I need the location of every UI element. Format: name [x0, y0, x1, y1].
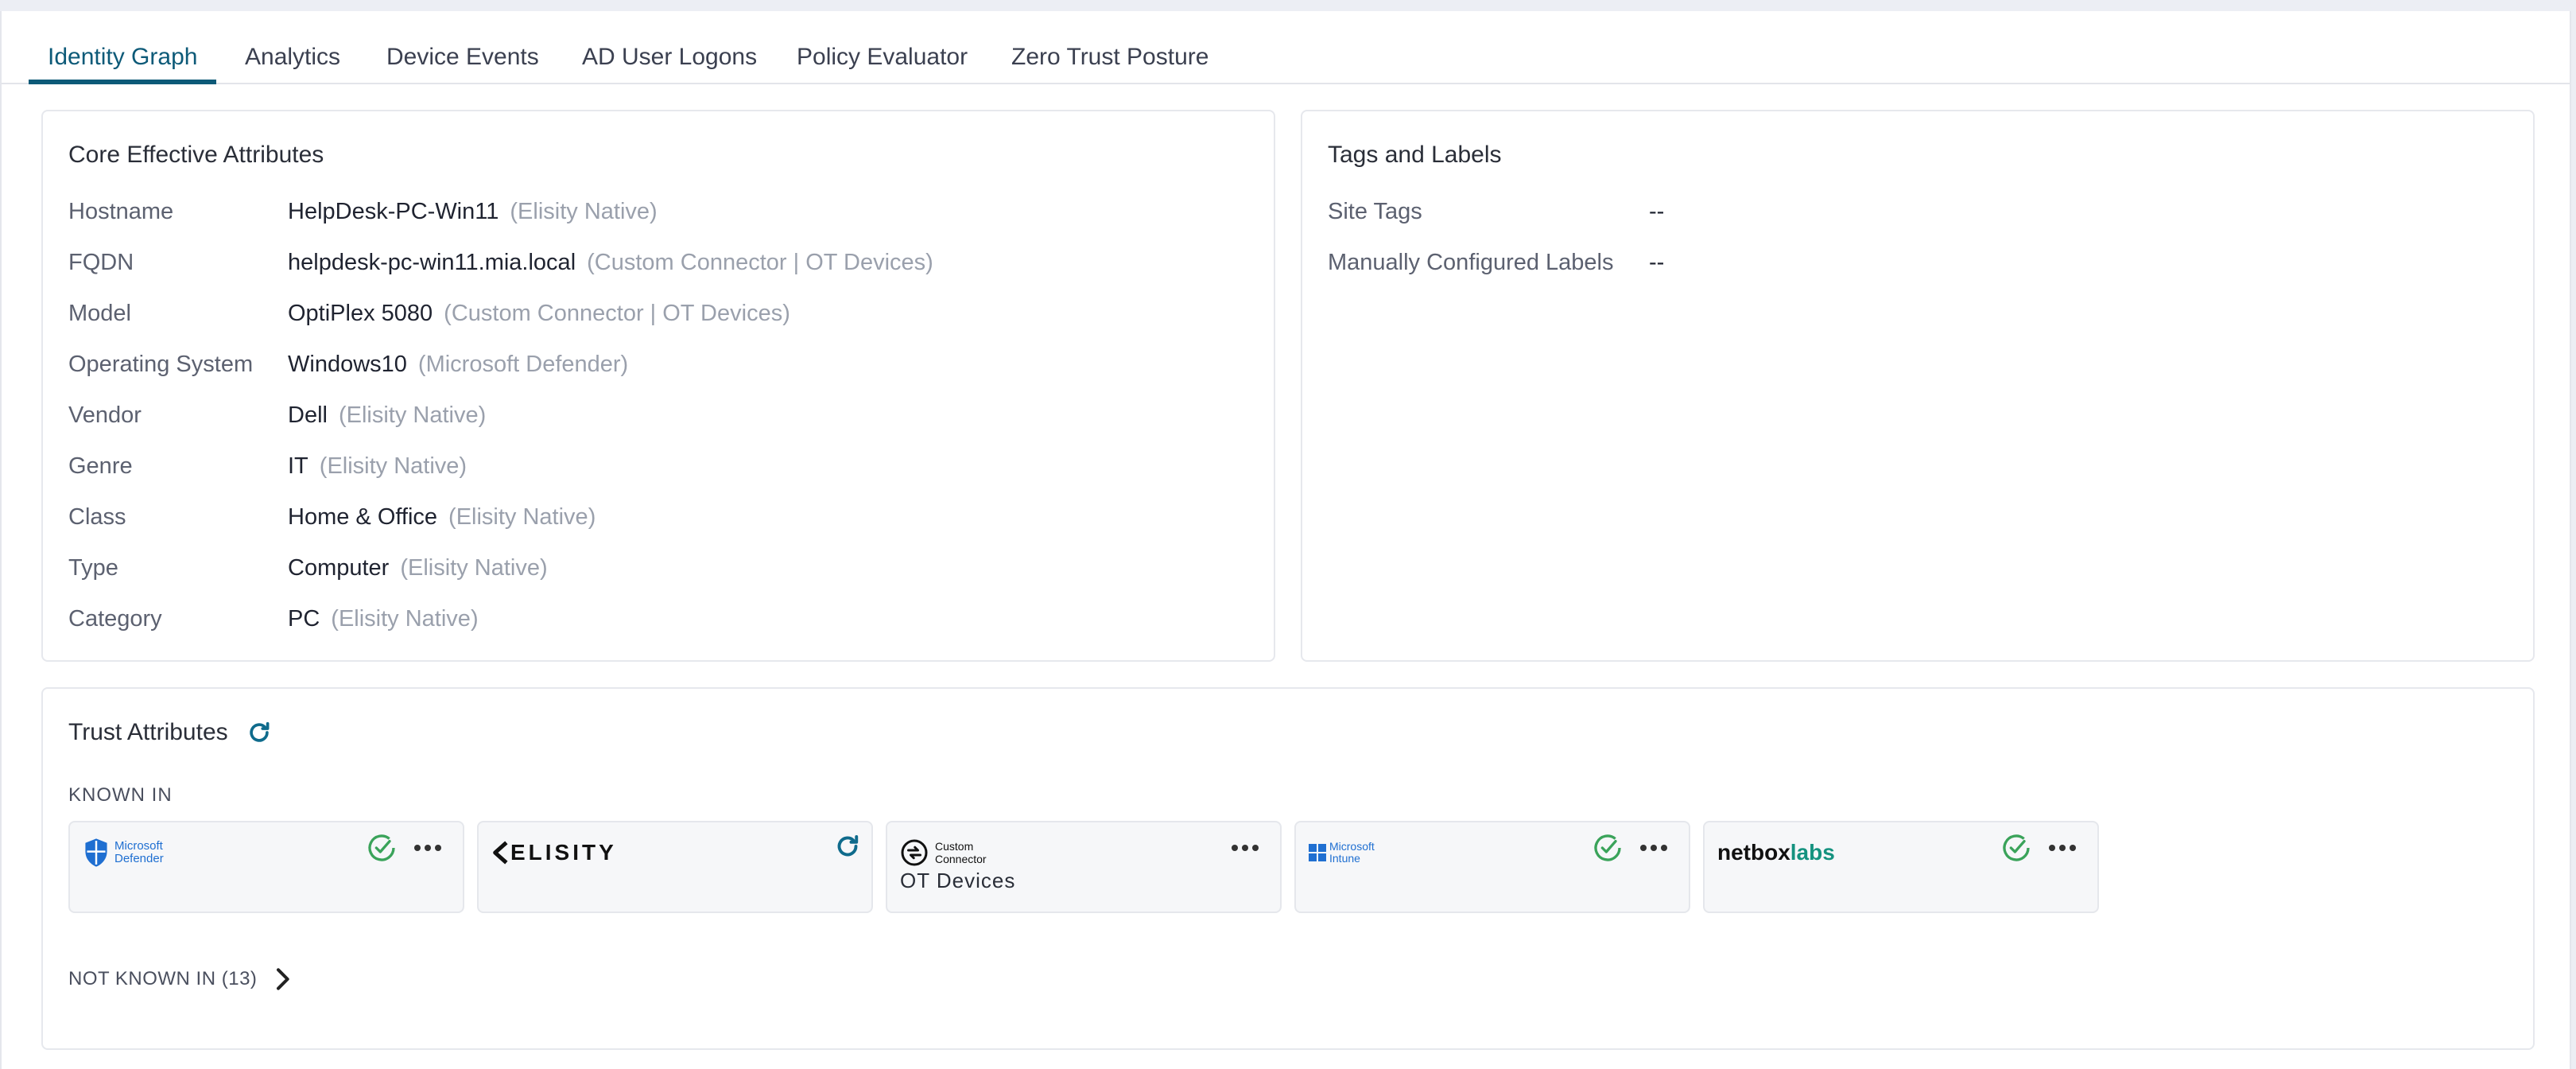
refresh-icon[interactable] — [833, 832, 865, 864]
tag-label: Manually Configured Labels — [1328, 250, 1614, 275]
more-options-icon[interactable] — [2045, 832, 2080, 864]
attr-source: (Elisity Native) — [400, 555, 548, 581]
verified-check-icon — [366, 832, 398, 864]
attr-label: Class — [68, 504, 126, 530]
netbox-labs-logo: netbox labs — [1717, 840, 1835, 865]
attr-label: Hostname — [68, 199, 174, 224]
tab-device-events[interactable]: Device Events — [367, 43, 558, 84]
vendor-card-elisity[interactable]: ELISITY — [477, 821, 873, 913]
attr-label: Model — [68, 301, 131, 326]
attr-source: (Elisity Native) — [319, 453, 467, 479]
attr-source: (Microsoft Defender) — [417, 352, 629, 377]
attr-value: IT (Elisity Native) — [288, 453, 467, 479]
attr-value: Home & Office (Elisity Native) — [288, 504, 596, 530]
attr-source: (Custom Connector | OT Devices) — [587, 250, 933, 275]
tab-analytics[interactable]: Analytics — [226, 43, 359, 84]
core-attributes-title: Core Effective Attributes — [68, 142, 324, 168]
tag-value: -- — [1649, 250, 1665, 275]
more-options-icon[interactable] — [1228, 832, 1263, 864]
attr-label: Type — [68, 555, 118, 581]
trust-attributes-title: Trust Attributes — [68, 719, 228, 745]
elisity-logo: ELISITY — [491, 837, 617, 869]
vendor-card-custom-connector[interactable]: Custom Connector OT Devices — [886, 821, 1282, 913]
attr-source: (Elisity Native) — [331, 606, 479, 632]
core-attributes-card: Core Effective Attributes Hostname HelpD… — [41, 110, 1275, 662]
attr-value: Computer (Elisity Native) — [288, 555, 548, 581]
more-options-icon[interactable] — [410, 832, 445, 864]
verified-check-icon — [2000, 832, 2032, 864]
vendor-card-netbox-labs[interactable]: netbox labs — [1703, 821, 2099, 913]
attr-source: (Elisity Native) — [338, 402, 487, 428]
connector-name: OT Devices — [900, 869, 1016, 892]
tag-value: -- — [1649, 199, 1665, 224]
tab-zero-trust-posture[interactable]: Zero Trust Posture — [992, 43, 1228, 84]
trust-attributes-header: Trust Attributes — [68, 719, 273, 746]
microsoft-defender-logo: Microsoft Defender — [83, 837, 164, 869]
tag-label: Site Tags — [1328, 199, 1422, 224]
attr-label: Genre — [68, 453, 133, 479]
attr-label: Category — [68, 606, 162, 632]
not-known-in-toggle[interactable]: NOT KNOWN IN (13) — [68, 967, 290, 991]
attr-source: (Custom Connector | OT Devices) — [444, 301, 790, 326]
tab-bar: Identity Graph Analytics Device Events A… — [2, 11, 2570, 84]
attr-value: Dell (Elisity Native) — [288, 402, 487, 428]
more-options-icon[interactable] — [1636, 832, 1671, 864]
attr-value: PC (Elisity Native) — [288, 606, 479, 632]
verified-check-icon — [1592, 832, 1624, 864]
vendor-card-microsoft-intune[interactable]: Microsoft Intune — [1294, 821, 1690, 913]
tags-labels-card: Tags and Labels Site Tags -- Manually Co… — [1301, 110, 2535, 662]
attr-value: HelpDesk-PC-Win11 (Elisity Native) — [288, 199, 658, 224]
attr-label: Vendor — [68, 402, 142, 428]
tab-policy-evaluator[interactable]: Policy Evaluator — [778, 43, 987, 84]
attr-value: OptiPlex 5080 (Custom Connector | OT Devi… — [288, 301, 790, 326]
attr-label: Operating System — [68, 352, 254, 377]
known-in-header: KNOWN IN — [68, 784, 173, 806]
vendor-card-microsoft-defender[interactable]: Microsoft Defender — [68, 821, 464, 913]
not-known-in-label: NOT KNOWN IN (13) — [68, 968, 258, 989]
attr-source: (Elisity Native) — [510, 199, 658, 224]
chevron-right-icon — [274, 967, 290, 991]
attr-value: helpdesk-pc-win11.mia.local (Custom Conne… — [288, 250, 933, 275]
microsoft-intune-logo: Microsoft Intune — [1309, 837, 1375, 869]
attr-label: FQDN — [68, 250, 134, 275]
tab-ad-user-logons[interactable]: AD User Logons — [563, 43, 776, 84]
tags-labels-title: Tags and Labels — [1328, 142, 1502, 168]
attr-source: (Elisity Native) — [448, 504, 596, 530]
custom-connector-logo: Custom Connector — [900, 837, 987, 869]
refresh-icon[interactable] — [246, 719, 273, 746]
tab-identity-graph[interactable]: Identity Graph — [29, 43, 217, 84]
page: Identity Graph Analytics Device Events A… — [0, 11, 2571, 1069]
trust-attributes-card: Trust Attributes KNOWN IN Microsoft Defe… — [41, 687, 2535, 1050]
attr-value: Windows10 (Microsoft Defender) — [288, 352, 629, 377]
